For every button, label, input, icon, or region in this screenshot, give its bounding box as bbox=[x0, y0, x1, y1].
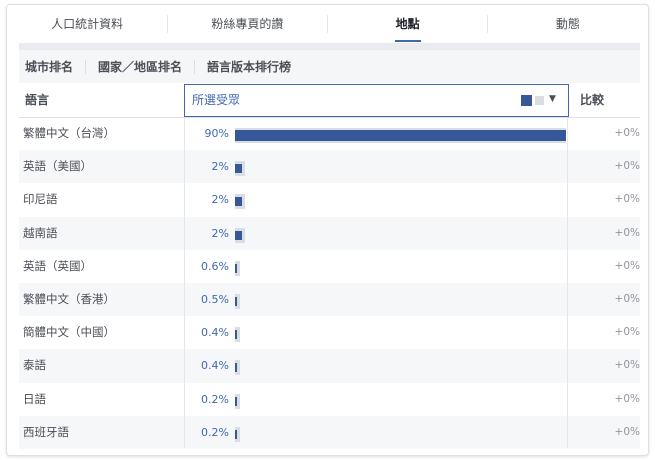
compare-value: +0% bbox=[614, 226, 640, 239]
percent-bar-track bbox=[235, 327, 566, 343]
audience-selector-label: 所選受眾 bbox=[192, 93, 241, 107]
percent-bar-track bbox=[235, 293, 566, 309]
language-name: 英語（美國） bbox=[23, 159, 92, 174]
compare-value: +0% bbox=[614, 127, 640, 139]
percent-bar-track bbox=[235, 128, 566, 143]
tab-divider bbox=[487, 15, 488, 33]
audience-percent: 2% bbox=[211, 193, 229, 207]
percent-bar-track bbox=[235, 360, 566, 376]
audience-percent: 0.6% bbox=[201, 259, 229, 273]
column-divider bbox=[567, 117, 568, 448]
caret-down-icon: ▼ bbox=[549, 94, 556, 104]
tab-activity[interactable]: 動態 bbox=[488, 5, 648, 43]
audience-insights-panel: 人口統計資料 粉絲專頁的讚 地點 動態 城市排名 國家／地區排名 語言版本排行榜… bbox=[6, 4, 649, 456]
audience-selector[interactable]: 所選受眾 ▼ bbox=[184, 84, 569, 117]
compare-column-header: 比較 bbox=[580, 93, 605, 107]
language-name: 英語（英國） bbox=[23, 258, 92, 273]
audience-percent: 2% bbox=[211, 160, 229, 174]
tab-demographics[interactable]: 人口統計資料 bbox=[7, 5, 167, 43]
compare-value: +0% bbox=[614, 160, 640, 173]
tab-divider bbox=[327, 15, 328, 33]
tab-underline-band bbox=[19, 43, 640, 50]
compare-value: +0% bbox=[614, 425, 640, 438]
audience-percent: 0.4% bbox=[201, 326, 229, 340]
table-row: 英語（美國） 2% +0% bbox=[19, 150, 640, 184]
percent-bar bbox=[235, 330, 237, 340]
compare-value: +0% bbox=[614, 193, 640, 206]
percent-bar bbox=[235, 429, 237, 439]
table-row: 簡體中文（中國） 0.4% +0% bbox=[19, 316, 640, 349]
language-name: 泰語 bbox=[23, 358, 46, 373]
table-row: 西班牙語 0.2% +0% bbox=[19, 415, 640, 449]
language-name: 日語 bbox=[23, 391, 46, 406]
tab-location[interactable]: 地點 bbox=[328, 5, 488, 43]
compare-value: +0% bbox=[614, 292, 640, 305]
percent-bar bbox=[235, 263, 238, 273]
audience-percent: 0.2% bbox=[201, 425, 229, 439]
language-name: 西班牙語 bbox=[23, 424, 69, 439]
percent-bar bbox=[235, 164, 243, 174]
column-divider bbox=[184, 117, 185, 448]
audience-percent: 90% bbox=[204, 127, 229, 140]
percent-bar bbox=[235, 363, 237, 373]
table-row: 英語（英國） 0.6% +0% bbox=[19, 250, 640, 283]
audience-percent: 2% bbox=[211, 226, 229, 240]
selected-audience-swatch-icon bbox=[521, 95, 532, 106]
table-header: 語言 所選受眾 ▼ 比較 bbox=[19, 84, 640, 118]
compare-value: +0% bbox=[614, 392, 640, 405]
tab-page-likes[interactable]: 粉絲專頁的讚 bbox=[167, 5, 327, 43]
language-name: 越南語 bbox=[23, 225, 58, 240]
language-rows: 繁體中文（台灣） 90% +0% 英語（美國） 2% +0% 印尼語 2% +0% 越南語 2% +0… bbox=[19, 117, 640, 449]
table-row: 日語 0.2% +0% bbox=[19, 383, 640, 416]
language-name: 印尼語 bbox=[23, 192, 58, 207]
percent-bar-track bbox=[235, 194, 566, 210]
table-row: 繁體中文（台灣） 90% +0% bbox=[19, 117, 640, 150]
tab-divider bbox=[167, 15, 168, 33]
language-name: 繁體中文（台灣） bbox=[23, 126, 115, 140]
audience-percent: 0.5% bbox=[201, 292, 229, 306]
table-row: 越南語 2% +0% bbox=[19, 216, 640, 250]
table-row: 印尼語 2% +0% bbox=[19, 183, 640, 216]
location-subtabs: 城市排名 國家／地區排名 語言版本排行榜 bbox=[19, 50, 640, 83]
language-column-header: 語言 bbox=[25, 93, 50, 107]
percent-bar bbox=[235, 230, 243, 240]
subtab-top-cities[interactable]: 城市排名 bbox=[19, 58, 85, 75]
percent-bar-track bbox=[235, 227, 566, 243]
table-row: 泰語 0.4% +0% bbox=[19, 349, 640, 383]
percent-bar-track bbox=[235, 393, 566, 409]
language-name: 簡體中文（中國） bbox=[23, 325, 115, 340]
compare-value: +0% bbox=[614, 326, 640, 339]
percent-bar-track bbox=[235, 426, 566, 442]
percent-bar bbox=[235, 396, 237, 406]
percent-bar-track bbox=[235, 161, 566, 177]
audience-percent: 0.4% bbox=[201, 359, 229, 373]
percent-bar-track bbox=[235, 260, 566, 276]
language-name: 繁體中文（香港） bbox=[23, 291, 115, 306]
compare-value: +0% bbox=[614, 359, 640, 372]
percent-bar bbox=[235, 197, 243, 207]
comparison-swatch-icon bbox=[535, 96, 544, 105]
percent-bar bbox=[235, 296, 237, 306]
compare-value: +0% bbox=[614, 259, 640, 272]
percent-bar bbox=[235, 130, 566, 141]
subtab-top-languages[interactable]: 語言版本排行榜 bbox=[195, 58, 303, 75]
table-row: 繁體中文（香港） 0.5% +0% bbox=[19, 282, 640, 317]
audience-percent: 0.2% bbox=[201, 392, 229, 406]
subtab-top-countries[interactable]: 國家／地區排名 bbox=[86, 58, 194, 75]
